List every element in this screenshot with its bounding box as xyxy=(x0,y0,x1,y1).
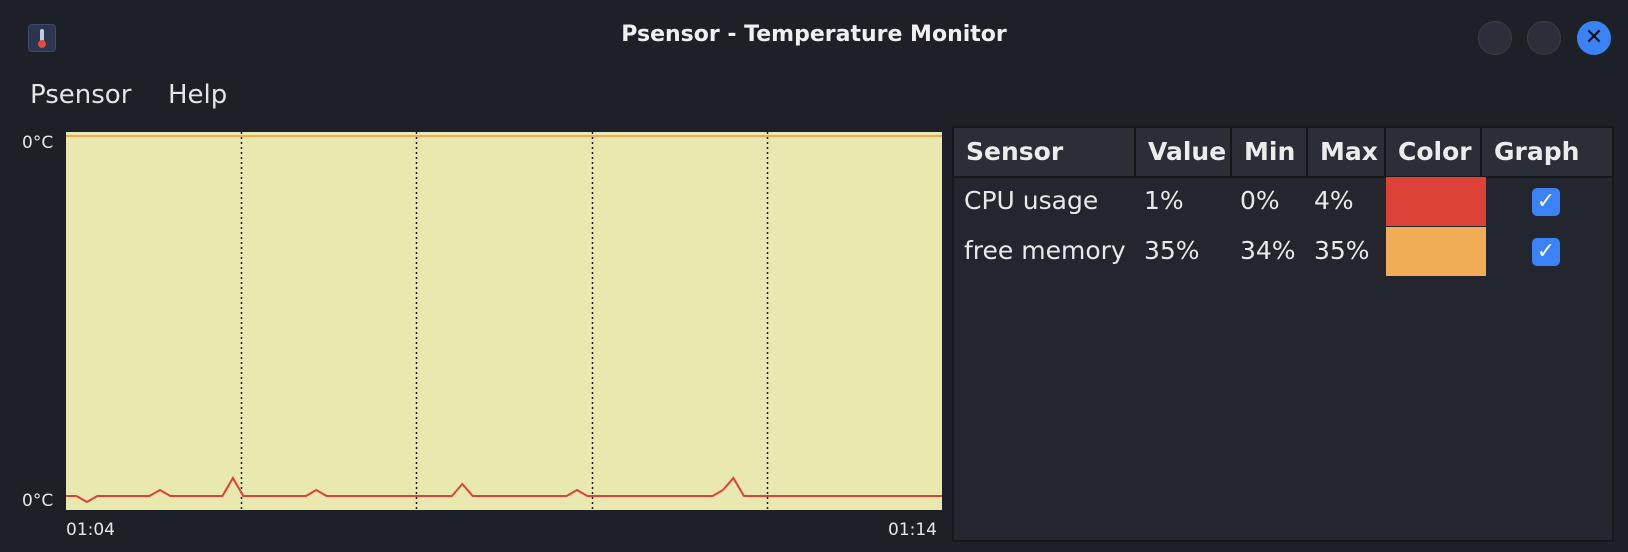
column-header-sensor[interactable]: Sensor xyxy=(954,128,1136,176)
sensor-table: Sensor Value Min Max Color Graph CPU usa… xyxy=(952,126,1614,542)
sensor-min: 0% xyxy=(1240,186,1280,215)
menu-bar: Psensor Help xyxy=(0,72,1628,124)
graph-checkbox[interactable]: ✓ xyxy=(1532,188,1560,216)
color-swatch[interactable] xyxy=(1386,177,1486,226)
x-axis-end-label: 01:14 xyxy=(888,520,937,540)
close-button[interactable]: ✕ xyxy=(1577,21,1611,55)
x-axis-start-label: 01:04 xyxy=(66,520,115,540)
column-header-value[interactable]: Value xyxy=(1136,128,1232,176)
table-row[interactable]: CPU usage 1% 0% 4% ✓ xyxy=(954,176,1612,226)
series-line-CPU-usage xyxy=(66,476,942,504)
sensor-name: CPU usage xyxy=(964,186,1099,215)
close-icon: ✕ xyxy=(1584,25,1604,50)
title-bar[interactable]: Psensor - Temperature Monitor ✕ xyxy=(0,0,1628,72)
color-swatch[interactable] xyxy=(1386,227,1486,276)
graph-svg xyxy=(66,132,942,510)
column-header-max[interactable]: Max xyxy=(1308,128,1386,176)
maximize-button[interactable] xyxy=(1527,21,1561,55)
sensor-graph: 0°C 0°C 01:04 01:14 xyxy=(0,126,950,552)
column-header-min[interactable]: Min xyxy=(1232,128,1308,176)
menu-help[interactable]: Help xyxy=(168,80,227,110)
column-header-graph[interactable]: Graph xyxy=(1482,128,1612,176)
y-axis-top-label: 0°C xyxy=(22,133,54,153)
y-axis-bottom-label: 0°C xyxy=(22,491,54,511)
sensor-value: 1% xyxy=(1144,186,1184,215)
table-header: Sensor Value Min Max Color Graph xyxy=(954,128,1612,178)
minimize-button[interactable] xyxy=(1478,21,1512,55)
check-icon: ✓ xyxy=(1536,239,1556,264)
graph-plot-area xyxy=(66,132,942,510)
table-row[interactable]: free memory 35% 34% 35% ✓ xyxy=(954,226,1612,276)
check-icon: ✓ xyxy=(1536,189,1556,214)
sensor-value: 35% xyxy=(1144,236,1200,265)
sensor-max: 35% xyxy=(1314,236,1370,265)
menu-psensor[interactable]: Psensor xyxy=(30,80,131,110)
sensor-name: free memory xyxy=(964,236,1126,265)
column-header-color[interactable]: Color xyxy=(1386,128,1482,176)
psensor-window: Psensor - Temperature Monitor ✕ Psensor … xyxy=(0,0,1628,552)
graph-checkbox[interactable]: ✓ xyxy=(1532,238,1560,266)
sensor-min: 34% xyxy=(1240,236,1296,265)
sensor-max: 4% xyxy=(1314,186,1354,215)
window-title: Psensor - Temperature Monitor xyxy=(621,22,1007,47)
